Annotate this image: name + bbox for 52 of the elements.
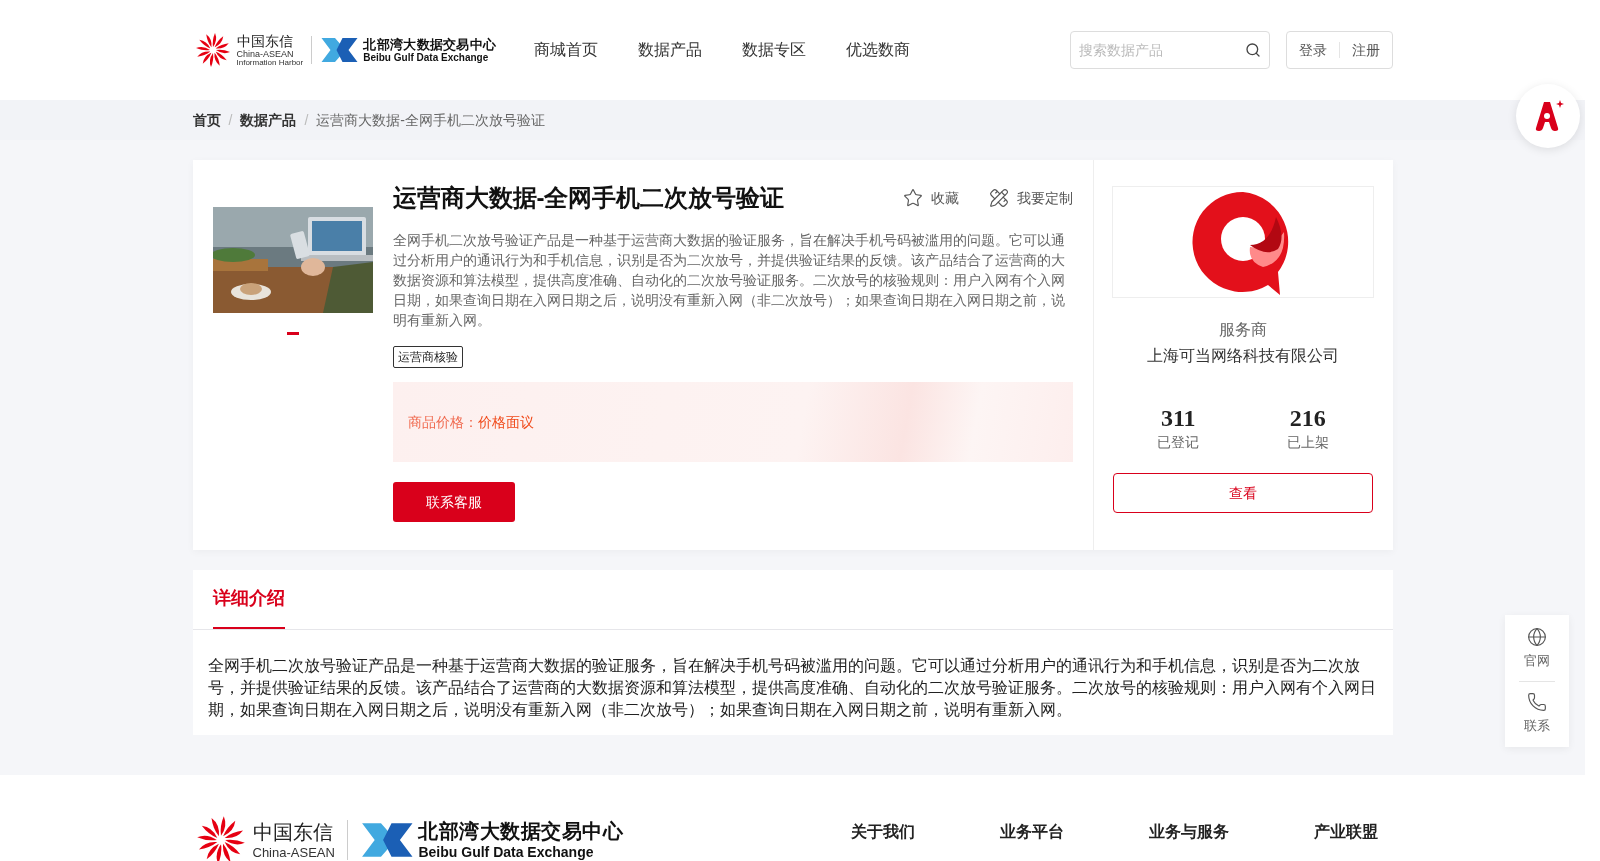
provider-name: 上海可当网络科技有限公司 bbox=[1147, 346, 1339, 366]
favorite-button[interactable]: 收藏 bbox=[902, 187, 959, 209]
search-box[interactable]: 搜索数据产品 bbox=[1069, 31, 1270, 69]
customize-button[interactable]: 我要定制 bbox=[988, 187, 1073, 209]
exchange-logo-subtitle: Beibu Gulf Data Exchange bbox=[418, 845, 595, 859]
nav-link[interactable]: 商城首页 bbox=[534, 38, 599, 62]
detail-tab[interactable]: 详细介绍 bbox=[212, 570, 285, 629]
stat-value: 311 bbox=[1160, 404, 1196, 432]
breadcrumb-separator: / bbox=[304, 110, 309, 130]
breadcrumb-link[interactable]: 首页 bbox=[192, 109, 221, 131]
logo-title: 中国东信 bbox=[236, 33, 294, 48]
breadcrumb-link[interactable]: 数据产品 bbox=[240, 109, 297, 131]
exchange-logo-icon bbox=[320, 35, 360, 65]
star-icon bbox=[902, 188, 923, 208]
price-value: 价格面议 bbox=[477, 412, 534, 432]
provider-role: 服务商 bbox=[1219, 320, 1267, 340]
footer-heading: 产业联盟 bbox=[1313, 822, 1378, 842]
search-icon[interactable] bbox=[1244, 42, 1261, 58]
tag: 运营商核验 bbox=[392, 346, 463, 368]
exchange-logo-title: 北部湾大数据交易中心 bbox=[418, 821, 624, 841]
stat-value: 216 bbox=[1289, 404, 1326, 432]
footer-heading: 关于我们 bbox=[850, 822, 915, 842]
product-title: 运营商大数据-全网手机二次放号验证 bbox=[392, 183, 786, 213]
contact-button[interactable]: 联系 bbox=[1524, 691, 1550, 735]
nav-link[interactable]: 数据产品 bbox=[638, 38, 703, 62]
exchange-logo-title: 北部湾大数据交易中心 bbox=[363, 37, 497, 51]
pencil-ruler-icon bbox=[988, 188, 1009, 208]
detail-text: 全网手机二次放号验证产品是一种基于运营商大数据的验证服务，旨在解决手机号码被滥用的问题。它可以通过分析用户的通讯行为和手机信息，识别是否为二次放号，并提供验证结果的反馈。该产品结合了运营商的大数据资源和算法模型，提供高度准确、自动化的二次放号验证服务。二次放号的核验规则：用户入网有个入网日期，如果查询日期在入网日期之后，说明没有重新入网（非二次放号）；如果查询日期在入网日期之前，说明有重新入网。 bbox=[206, 656, 1377, 720]
price-label: 商品价格： bbox=[407, 412, 478, 432]
stat-label: 已登记 bbox=[1157, 433, 1200, 452]
exchange-logo-subtitle: Beibu Gulf Data Exchange bbox=[363, 52, 490, 63]
footer-heading: 业务与服务 bbox=[1148, 822, 1229, 842]
contact-service-button[interactable]: 联系客服 bbox=[392, 482, 515, 522]
globe-icon bbox=[1527, 627, 1547, 647]
phone-icon bbox=[1527, 691, 1547, 712]
logo-subtitle: Information Harbor bbox=[236, 58, 304, 67]
register-link[interactable]: 注册 bbox=[1351, 39, 1380, 61]
carousel-indicator[interactable] bbox=[286, 332, 299, 335]
breadcrumb-separator: / bbox=[228, 110, 233, 130]
nav-link[interactable]: 数据专区 bbox=[742, 38, 807, 62]
breadcrumb-link[interactable]: 运营商大数据-全网手机二次放号验证 bbox=[316, 109, 545, 131]
product-description: 全网手机二次放号验证产品是一种基于运营商大数据的验证服务，旨在解决手机号码被滥用的问题。它可以通过分析用户的通讯行为和手机信息，识别是否为二次放号，并提供验证结果的反馈。该产品结合了运营商的大数据资源和算法模型，提供高度准确、自动化的二次放号验证服务。二次放号的核验规则：用户入网有个入网日期，如果查询日期在入网日期之后，说明没有重新入网（非二次放号）；如果查询日期在入网日期之前，说明有重新入网。 bbox=[392, 231, 1066, 330]
stat-label: 已上架 bbox=[1286, 433, 1329, 452]
logo-subtitle: China-ASEAN bbox=[252, 845, 335, 859]
website-button[interactable]: 官网 bbox=[1524, 627, 1550, 671]
nav-link[interactable]: 优选数商 bbox=[846, 38, 911, 62]
view-button[interactable]: 查看 bbox=[1113, 473, 1373, 513]
logo-subtitle: China-ASEAN bbox=[236, 49, 295, 59]
search-field[interactable]: 搜索数据产品 bbox=[1078, 39, 1245, 61]
logo-title: 中国东信 bbox=[252, 821, 334, 842]
login-link[interactable]: 登录 bbox=[1298, 39, 1327, 61]
footer-heading: 业务平台 bbox=[999, 822, 1064, 842]
